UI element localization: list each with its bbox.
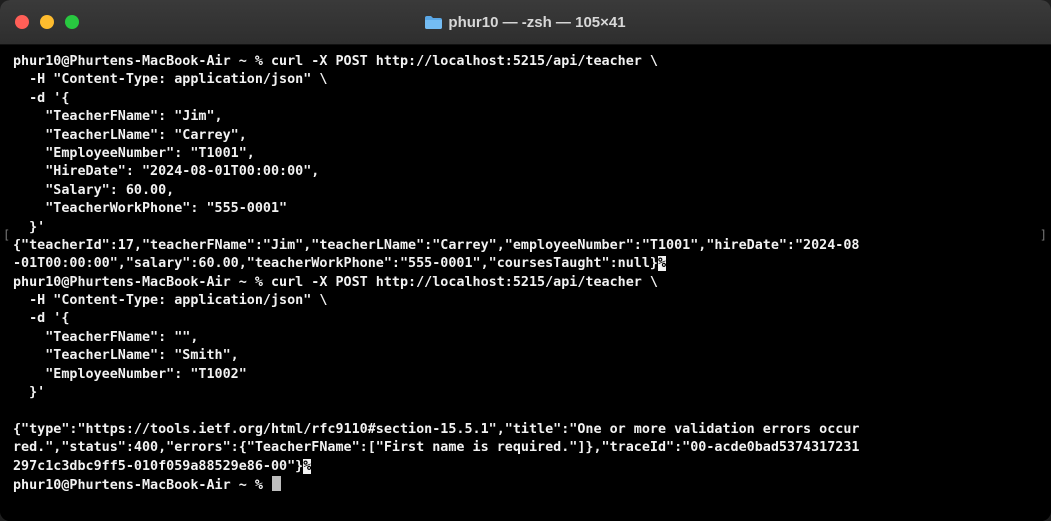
title-bar: phur10 — -zsh — 105×41 [0,0,1051,45]
terminal-output: phur10@Phurtens-MacBook-Air ~ % curl -X … [13,53,1041,494]
shell-prompt: phur10@Phurtens-MacBook-Air ~ % [13,477,271,493]
folder-icon [425,15,443,29]
terminal-content[interactable]: [ ] phur10@Phurtens-MacBook-Air ~ % curl… [0,45,1051,521]
terminal-line: "TeacherWorkPhone": "555-0001" [13,201,288,217]
title-container: phur10 — -zsh — 105×41 [0,0,1051,44]
terminal-line: -H "Content-Type: application/json" \ [13,293,328,309]
terminal-line: "TeacherFName": "Jim", [13,109,223,125]
terminal-line: }' [13,385,46,401]
terminal-line: "TeacherLName": "Carrey", [13,127,247,143]
terminal-line: 297c1c3dbc9ff5-010f059a88529e86-00"}% [13,458,312,474]
terminal-line: "EmployeeNumber": "T1002" [13,366,247,382]
terminal-line: -d '{ [13,311,70,327]
terminal-line: phur10@Phurtens-MacBook-Air ~ % curl -X … [13,54,658,69]
terminal-line: "HireDate": "2024-08-01T00:00:00", [13,164,320,180]
partial-line-marker: % [657,256,667,272]
window-title: phur10 — -zsh — 105×41 [448,13,626,31]
terminal-line: red.","status":400,"errors":{"TeacherFNa… [13,440,860,456]
text-cursor [271,475,281,491]
terminal-line: {"type":"https://tools.ietf.org/html/rfc… [13,421,860,437]
selection-bracket-left: [ [3,228,11,242]
terminal-line: }' [13,219,46,235]
terminal-line: -H "Content-Type: application/json" \ [13,72,328,88]
terminal-line: -d '{ [13,90,70,106]
terminal-window: phur10 — -zsh — 105×41 [ ] phur10@Phurte… [0,0,1051,521]
terminal-line: "TeacherLName": "Smith", [13,348,239,364]
terminal-line: "TeacherFName": "", [13,329,199,345]
terminal-line: -01T00:00:00","salary":60.00,"teacherWor… [13,256,667,272]
terminal-line: phur10@Phurtens-MacBook-Air ~ % curl -X … [13,274,658,290]
terminal-line: {"teacherId":17,"teacherFName":"Jim","te… [13,237,860,253]
terminal-line: "EmployeeNumber": "T1001", [13,145,255,161]
partial-line-marker: % [303,458,312,474]
terminal-prompt-line[interactable]: phur10@Phurtens-MacBook-Air ~ % [13,475,1041,494]
terminal-line: "Salary": 60.00, [13,182,175,198]
